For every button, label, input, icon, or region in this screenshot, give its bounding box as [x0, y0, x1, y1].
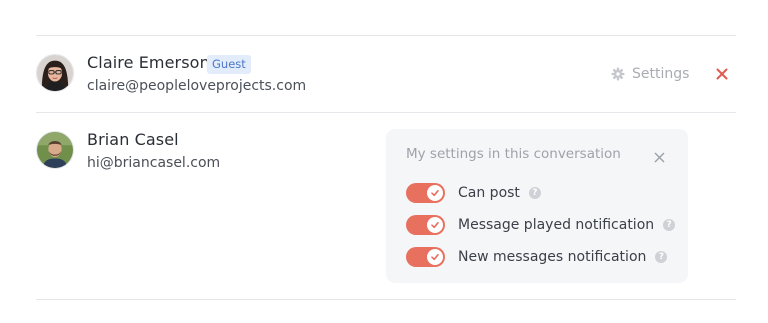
popover-close-button[interactable] [654, 148, 668, 163]
avatar-claire-photo [37, 55, 73, 91]
setting-message-played-notification: Message played notification ? [406, 214, 676, 236]
close-icon [654, 152, 665, 163]
help-icon[interactable]: ? [655, 251, 668, 263]
avatar-brian-photo [37, 132, 73, 168]
divider-middle [36, 112, 736, 113]
setting-new-messages-notification: New messages notification ? [406, 246, 668, 268]
check-icon [431, 254, 439, 261]
check-icon [431, 190, 439, 197]
conversation-settings-popover: My settings in this conversation Can pos… [386, 129, 688, 283]
new-messages-notification-toggle[interactable] [406, 247, 445, 267]
toggle-knob [427, 249, 443, 265]
close-icon [716, 68, 728, 80]
member-email: hi@briancasel.com [87, 155, 221, 171]
setting-label: Can post [458, 185, 520, 201]
member-name: Brian Casel [87, 130, 179, 149]
divider-bottom [36, 299, 736, 300]
setting-label: Message played notification [458, 217, 655, 233]
message-played-notification-toggle[interactable] [406, 215, 445, 235]
member-name: Claire Emerson [87, 53, 210, 72]
avatar [36, 131, 74, 169]
can-post-toggle[interactable] [406, 183, 445, 203]
toggle-knob [427, 217, 443, 233]
guest-badge: Guest [207, 55, 251, 74]
help-icon[interactable]: ? [663, 219, 676, 231]
toggle-knob [427, 185, 443, 201]
divider-top [36, 35, 736, 36]
settings-button[interactable]: Settings [611, 64, 689, 84]
member-email: claire@peopleloveprojects.com [87, 78, 307, 94]
settings-label: Settings [632, 66, 690, 82]
setting-label: New messages notification [458, 249, 647, 265]
remove-member-button[interactable] [716, 64, 732, 84]
avatar [36, 54, 74, 92]
popover-title: My settings in this conversation [406, 146, 621, 162]
help-icon[interactable]: ? [528, 187, 541, 199]
setting-can-post: Can post ? [406, 182, 541, 204]
gear-icon [611, 67, 625, 81]
check-icon [431, 222, 439, 229]
